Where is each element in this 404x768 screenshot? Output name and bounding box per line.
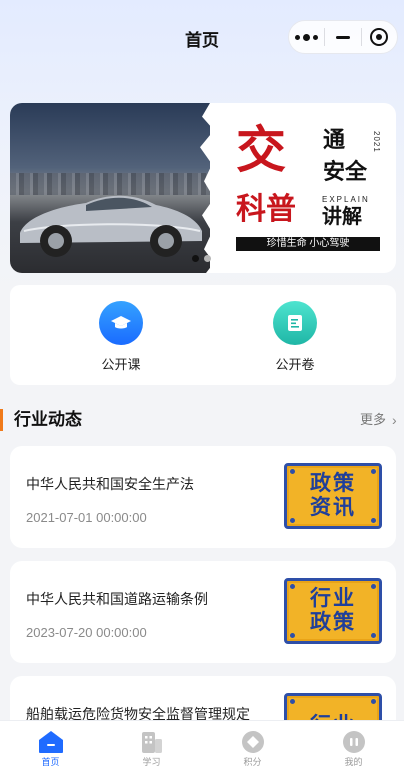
graduation-cap-icon [99, 301, 143, 345]
home-icon [38, 729, 64, 754]
building-icon [139, 729, 165, 754]
news-date: 2023-07-20 00:00:00 [26, 625, 147, 640]
banner-big-char: 交 [236, 120, 286, 179]
banner-line-1: 通 [323, 127, 346, 152]
quick-entry-label: 公开课 [101, 357, 141, 372]
minus-icon [335, 35, 350, 39]
news-item[interactable]: 中华人民共和国安全生产法 2021-07-01 00:00:00 政策 资讯 [10, 446, 396, 548]
news-title: 中华人民共和国道路运输条例 [26, 591, 208, 607]
tab-home[interactable]: 首页 [0, 721, 101, 768]
user-icon [341, 729, 367, 754]
more-button[interactable] [289, 21, 324, 53]
document-icon [273, 301, 317, 345]
banner-line-3: 讲解 [322, 206, 362, 228]
quick-entry-open-paper[interactable]: 公开卷 [250, 301, 340, 373]
minimize-button[interactable] [325, 21, 360, 53]
news-thumbnail: 行业 政策 [284, 578, 382, 644]
thumb-text: 政策 [310, 472, 356, 496]
news-thumbnail: 政策 资讯 [284, 463, 382, 529]
section-accent-bar [0, 409, 3, 431]
target-icon [370, 28, 389, 46]
quick-entry-card: 公开课 公开卷 [10, 285, 396, 385]
carousel-indicator [192, 255, 211, 262]
quick-entry-label: 公开卷 [275, 357, 315, 372]
tab-label: 首页 [41, 757, 60, 767]
news-title: 中华人民共和国安全生产法 [26, 476, 194, 492]
banner-line-2: 安全 [323, 159, 368, 184]
dots-icon [295, 33, 319, 41]
indicator-dot[interactable] [204, 255, 211, 262]
banner-big-chars: 科普 [236, 192, 296, 227]
tab-mine[interactable]: 我的 [303, 721, 404, 768]
banner-english: EXPLAIN [322, 195, 370, 204]
car-image [20, 195, 202, 257]
news-item[interactable]: 中华人民共和国道路运输条例 2023-07-20 00:00:00 行业 政策 [10, 561, 396, 663]
thumb-text: 政策 [310, 611, 356, 634]
tab-bar: 首页 学习 积分 我的 [0, 720, 404, 768]
news-date: 2021-07-01 00:00:00 [26, 510, 147, 525]
banner-year: 2021 [372, 131, 381, 153]
banner-slogan: 珍惜生命 小心驾驶 [236, 237, 380, 251]
chevron-right-icon[interactable]: › [392, 411, 397, 429]
tab-label: 积分 [243, 757, 262, 767]
quick-entry-open-course[interactable]: 公开课 [76, 301, 166, 373]
banner-carousel[interactable]: 交 通 安全 2021 科普 EXPLAIN 讲解 珍惜生命 小心驾驶 [10, 103, 396, 273]
more-link[interactable]: 更多 [360, 410, 386, 430]
thumb-text: 资讯 [310, 496, 356, 519]
thumb-text: 行业 [310, 587, 356, 611]
indicator-dot-active[interactable] [192, 255, 199, 262]
tab-points[interactable]: 积分 [202, 721, 303, 768]
tab-label: 我的 [344, 757, 363, 767]
section-title: 行业动态 [14, 410, 82, 429]
tab-label: 学习 [142, 757, 161, 767]
close-button[interactable] [362, 21, 397, 53]
tab-study[interactable]: 学习 [101, 721, 202, 768]
points-icon [240, 729, 266, 754]
mini-program-capsule [288, 20, 398, 54]
